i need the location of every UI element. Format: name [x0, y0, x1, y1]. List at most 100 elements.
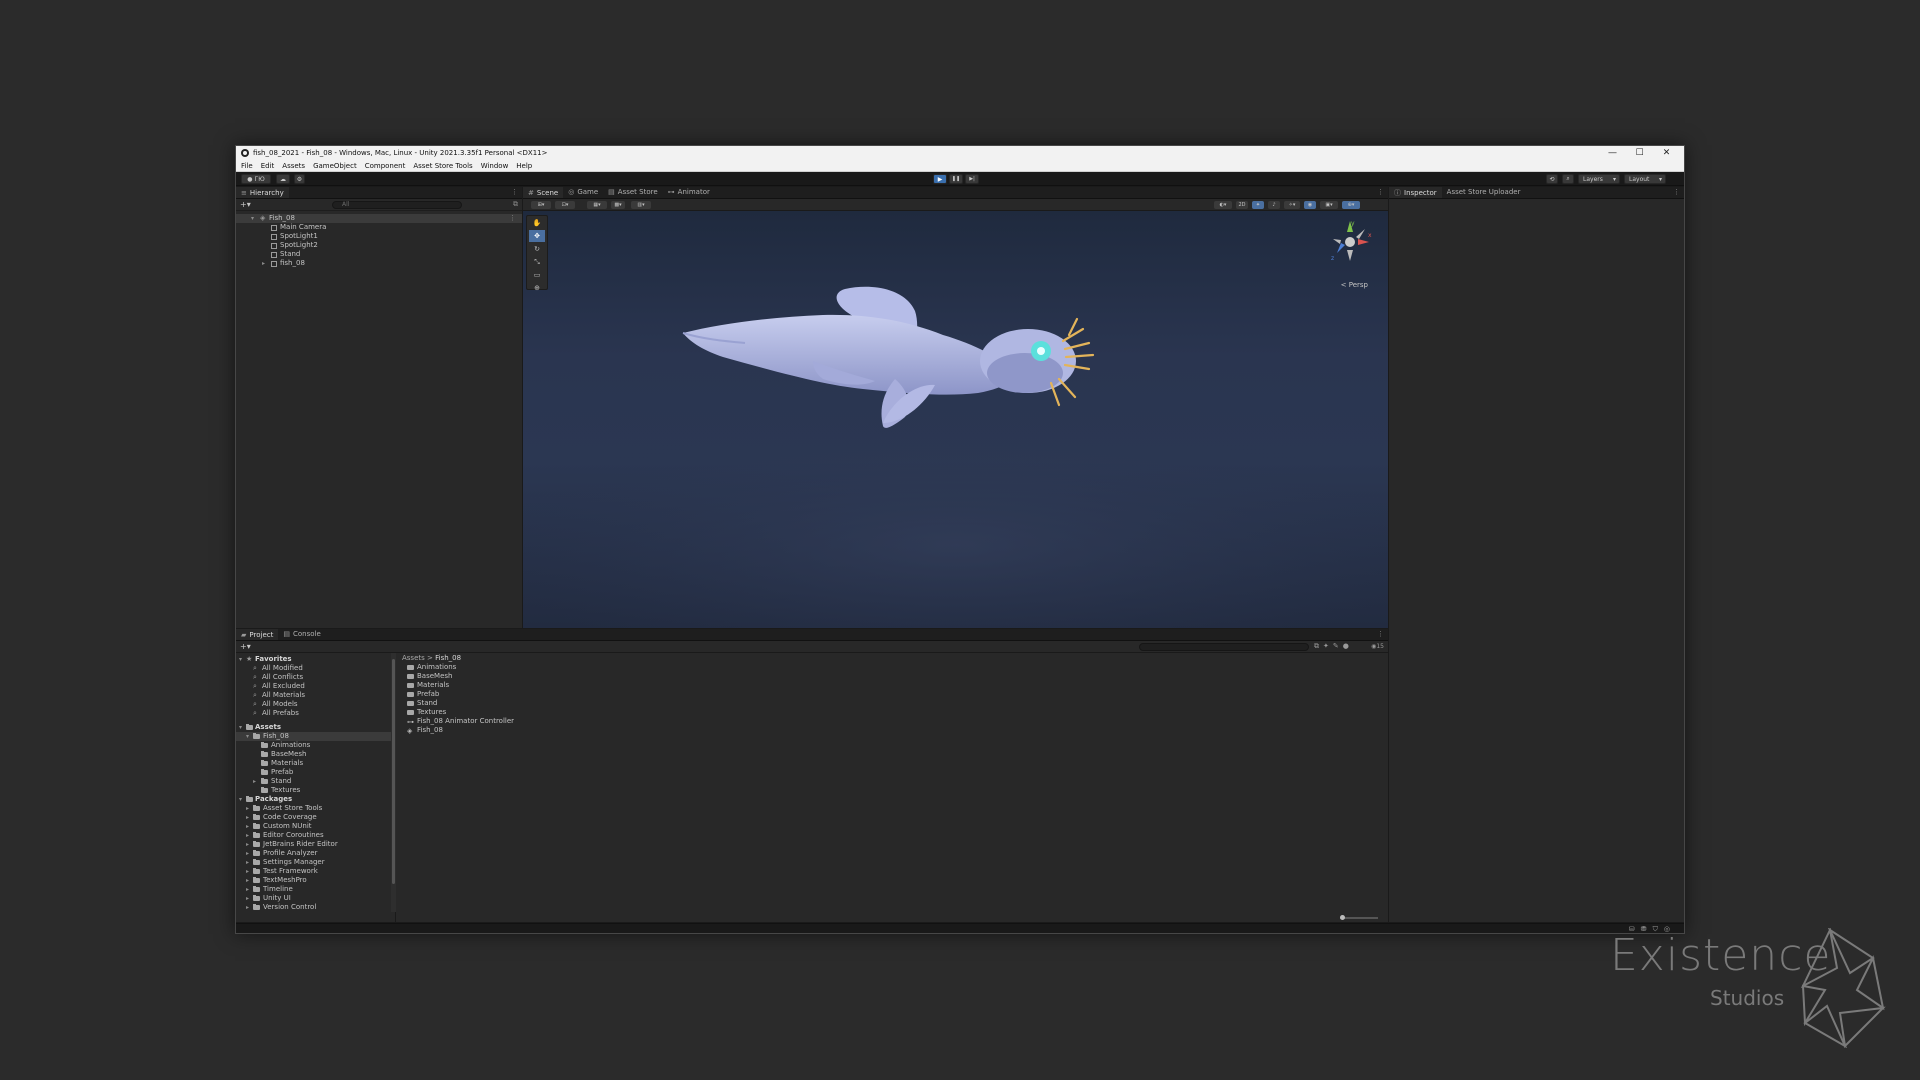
audio-toggle[interactable]: ♪ — [1268, 201, 1280, 209]
scrollbar-thumb[interactable] — [392, 659, 395, 884]
package-item[interactable]: ▸ Timeline — [236, 885, 395, 894]
chevron-right-icon[interactable]: ▸ — [246, 867, 249, 876]
panel-menu-icon[interactable]: ⋮ — [1377, 188, 1384, 196]
tab-asset-store[interactable]: ▤ Asset Store — [603, 187, 663, 198]
chevron-right-icon[interactable]: ▸ — [246, 894, 249, 903]
minimize-button[interactable]: — — [1599, 146, 1626, 160]
tab-game[interactable]: ◎ Game — [563, 187, 603, 198]
folder-item[interactable]: BaseMesh — [236, 750, 395, 759]
hierarchy-row[interactable]: ▸ fish_08 — [236, 259, 522, 268]
icon-size-slider[interactable] — [1340, 915, 1378, 920]
chevron-right-icon[interactable]: ▸ — [262, 259, 265, 268]
add-object-button[interactable]: +▾ — [240, 200, 251, 209]
package-item[interactable]: ▸ Unity UI — [236, 894, 395, 903]
step-button[interactable]: ▶| — [965, 174, 979, 184]
search-button[interactable]: ⌕ — [1562, 174, 1574, 184]
folder-item[interactable]: Textures — [236, 786, 395, 795]
pivot-dropdown[interactable]: ⊞▾ — [531, 201, 551, 209]
grid-snap-dropdown[interactable]: ▦▾ — [587, 201, 607, 209]
package-item[interactable]: ▸ Asset Store Tools — [236, 804, 395, 813]
layout-dropdown[interactable]: Layout ▾ — [1624, 174, 1666, 184]
menu-window[interactable]: Window — [481, 162, 509, 170]
favorite-item[interactable]: ⌕ All Materials — [236, 691, 395, 700]
tab-console[interactable]: ▤ Console — [278, 629, 325, 640]
panel-menu-icon[interactable]: ⋮ — [1377, 630, 1384, 638]
scene-gizmo[interactable]: y x z — [1325, 217, 1375, 267]
scene-viewport[interactable]: ✋ ✥ ↻ ⤡ ▭ ⊕ y x z < Persp — [523, 211, 1388, 628]
grid-dropdown[interactable]: ▥▾ — [631, 201, 651, 209]
slider-handle[interactable] — [1340, 915, 1345, 920]
favorite-item[interactable]: ⌕ All Conflicts — [236, 673, 395, 682]
tab-hierarchy[interactable]: ≡ Hierarchy — [236, 187, 289, 198]
breadcrumb-assets[interactable]: Assets — [402, 654, 425, 662]
chevron-right-icon[interactable]: ▸ — [253, 777, 256, 786]
hidden-objects-toggle[interactable]: ◉ — [1304, 201, 1316, 209]
chevron-right-icon[interactable]: ▸ — [246, 813, 249, 822]
hierarchy-search-input[interactable]: All — [332, 201, 462, 209]
maximize-button[interactable]: ☐ — [1626, 146, 1653, 160]
folder-item[interactable]: Animations — [236, 741, 395, 750]
hidden-count[interactable]: ◉15 — [1371, 643, 1384, 650]
tab-inspector[interactable]: ⓘ Inspector — [1389, 187, 1442, 198]
hierarchy-row-root[interactable]: ▾ ◈ Fish_08 ⋮ — [236, 214, 522, 223]
folder-item[interactable]: ▸ Stand — [236, 777, 395, 786]
chevron-down-icon[interactable]: ▾ — [239, 795, 242, 804]
chevron-down-icon[interactable]: ▾ — [251, 214, 254, 223]
assets-header[interactable]: ▾ Assets — [236, 723, 395, 732]
chevron-down-icon[interactable]: ▾ — [239, 655, 242, 664]
chevron-right-icon[interactable]: ▸ — [246, 876, 249, 885]
hierarchy-row[interactable]: SpotLight1 — [236, 232, 522, 241]
package-item[interactable]: ▸ Test Framework — [236, 867, 395, 876]
2d-toggle[interactable]: 2D — [1236, 201, 1248, 209]
favorite-item[interactable]: ⌕ All Excluded — [236, 682, 395, 691]
package-item[interactable]: ▸ Code Coverage — [236, 813, 395, 822]
layers-dropdown[interactable]: Layers ▾ — [1578, 174, 1620, 184]
gizmos-dropdown[interactable]: ⊕▾ — [1342, 201, 1360, 209]
tab-animator[interactable]: ⊶ Animator — [663, 187, 715, 198]
hierarchy-row[interactable]: Main Camera — [236, 223, 522, 232]
effects-dropdown[interactable]: ✧▾ — [1284, 201, 1300, 209]
undo-history-button[interactable]: ⟲ — [1546, 174, 1558, 184]
folder-item[interactable]: Materials — [236, 759, 395, 768]
hierarchy-row[interactable]: Stand — [236, 250, 522, 259]
tab-scene[interactable]: # Scene — [523, 187, 564, 198]
package-item[interactable]: ▸ JetBrains Rider Editor — [236, 840, 395, 849]
package-item[interactable]: ▸ Profile Analyzer — [236, 849, 395, 858]
chevron-right-icon[interactable]: ▸ — [246, 822, 249, 831]
favorite-item[interactable]: ⌕ All Modified — [236, 664, 395, 673]
package-item[interactable]: ▸ TextMeshPro — [236, 876, 395, 885]
chevron-right-icon[interactable]: ▸ — [246, 849, 249, 858]
filter-icon[interactable]: ⧉ — [513, 200, 518, 209]
packages-header[interactable]: ▾ Packages — [236, 795, 395, 804]
settings-button[interactable]: ⚙ — [294, 174, 305, 184]
tab-asset-store-uploader[interactable]: Asset Store Uploader — [1442, 187, 1526, 198]
camera-dropdown[interactable]: ▣▾ — [1320, 201, 1338, 209]
breadcrumb-current[interactable]: Fish_08 — [435, 654, 461, 662]
menu-component[interactable]: Component — [365, 162, 406, 170]
menu-assets[interactable]: Assets — [282, 162, 305, 170]
draw-mode-dropdown[interactable]: ◐▾ — [1214, 201, 1232, 209]
menu-edit[interactable]: Edit — [261, 162, 275, 170]
folder-tree-scrollbar[interactable] — [391, 653, 396, 912]
favorite-item[interactable]: ⌕ All Prefabs — [236, 709, 395, 718]
favorites-header[interactable]: ▾ ★ Favorites — [236, 655, 395, 664]
hierarchy-row[interactable]: SpotLight2 — [236, 241, 522, 250]
folder-item[interactable]: Prefab — [236, 768, 395, 777]
local-dropdown[interactable]: ⊡▾ — [555, 201, 575, 209]
lighting-toggle[interactable]: ✦ — [1252, 201, 1264, 209]
menu-file[interactable]: File — [241, 162, 253, 170]
chevron-right-icon[interactable]: ▸ — [246, 804, 249, 813]
menu-gameobject[interactable]: GameObject — [313, 162, 357, 170]
more-icon[interactable]: ⋮ — [509, 214, 516, 223]
perspective-label[interactable]: < Persp — [1341, 281, 1368, 289]
folder-item-selected[interactable]: ▾ Fish_08 — [236, 732, 395, 741]
menu-help[interactable]: Help — [516, 162, 532, 170]
close-button[interactable]: ✕ — [1653, 146, 1680, 160]
tab-project[interactable]: ▰ Project — [236, 629, 279, 640]
package-item[interactable]: ▸ Custom NUnit — [236, 822, 395, 831]
fish-model[interactable] — [523, 211, 1388, 628]
chevron-right-icon[interactable]: ▸ — [246, 858, 249, 867]
chevron-right-icon[interactable]: ▸ — [246, 903, 249, 912]
play-button[interactable]: ▶ — [933, 174, 947, 184]
cloud-button[interactable]: ☁ — [276, 174, 290, 184]
